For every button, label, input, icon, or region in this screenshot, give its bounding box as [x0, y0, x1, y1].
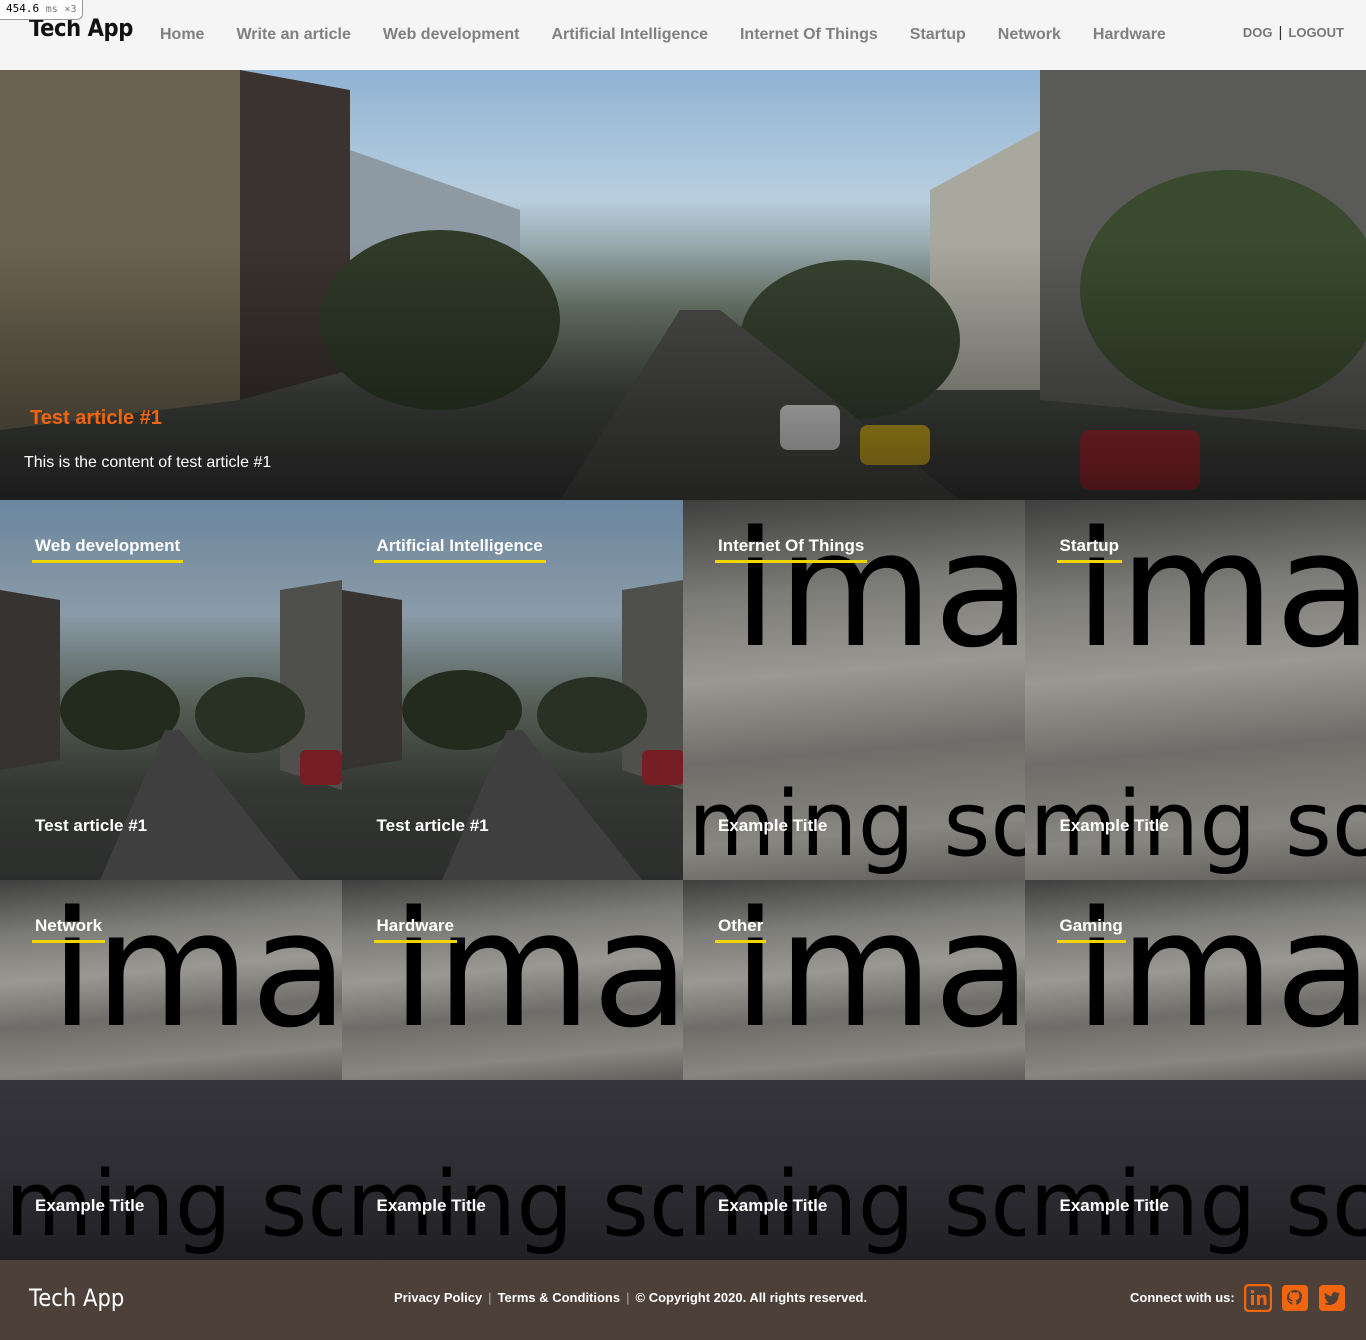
tile-startup[interactable]: ima ming soming so Startup Example Title [1024, 500, 1366, 880]
tile-category[interactable]: Internet Of Things [715, 536, 868, 563]
tile-hardware[interactable]: ima Hardware [341, 880, 684, 1080]
user-menu: DOG | LOGOUT [1243, 24, 1344, 41]
placeholder-text: ima [733, 880, 1025, 1063]
twitter-icon[interactable] [1318, 1284, 1346, 1312]
tile-internet-of-things[interactable]: ima ming soming so Internet Of Things Ex… [683, 500, 1025, 880]
nav-startup[interactable]: Startup [894, 26, 982, 44]
main-nav: Home Write an article Web development Ar… [144, 0, 1182, 70]
site-footer: Tech App Privacy Policy | Terms & Condit… [0, 1260, 1366, 1340]
placeholder-text: ima [391, 880, 684, 1063]
placeholder-text: ima [50, 880, 342, 1063]
link-separator: | [626, 1290, 630, 1305]
tile-title[interactable]: Test article #1 [35, 816, 147, 836]
tile-title[interactable]: Example Title [718, 816, 827, 836]
tile-category[interactable]: Network [32, 916, 106, 943]
footer-logo[interactable]: Tech App [29, 1284, 124, 1312]
placeholder-text: ima [1074, 880, 1366, 1063]
tile-category[interactable]: Hardware [373, 916, 457, 943]
tile-network[interactable]: ima Network [0, 880, 342, 1080]
nav-internet-of-things[interactable]: Internet Of Things [724, 26, 894, 44]
linkedin-icon[interactable] [1244, 1284, 1272, 1312]
tile-hardware-lower[interactable]: ming soming so Example Title [341, 1080, 683, 1260]
tile-network-lower[interactable]: ming soming so Example Title [0, 1080, 342, 1260]
tile-gaming[interactable]: ima Gaming [1024, 880, 1366, 1080]
nav-artificial-intelligence[interactable]: Artificial Intelligence [536, 26, 724, 44]
terms-link[interactable]: Terms & Conditions [498, 1290, 621, 1305]
nav-web-development[interactable]: Web development [367, 26, 536, 44]
privacy-policy-link[interactable]: Privacy Policy [394, 1290, 482, 1305]
nav-hardware[interactable]: Hardware [1077, 26, 1182, 44]
placeholder-text: ima [733, 500, 1025, 683]
tile-title[interactable]: Example Title [377, 1196, 486, 1216]
placeholder-text: ima [1074, 500, 1366, 683]
tile-title[interactable]: Test article #1 [377, 816, 489, 836]
tile-title[interactable]: Example Title [1060, 816, 1169, 836]
copyright-text: © Copyright 2020. All rights reserved. [635, 1290, 868, 1305]
github-icon[interactable] [1281, 1284, 1309, 1312]
footer-links: Privacy Policy | Terms & Conditions | © … [394, 1290, 867, 1305]
tile-web-development[interactable]: Web development Test article #1 [0, 500, 342, 880]
top-navbar: Tech App Home Write an article Web devel… [0, 0, 1366, 70]
connect-label: Connect with us: [1130, 1290, 1235, 1305]
hero-content: This is the content of test article #1 [24, 454, 272, 471]
tile-title[interactable]: Example Title [35, 1196, 144, 1216]
tile-artificial-intelligence[interactable]: Artificial Intelligence Test article #1 [341, 500, 683, 880]
hero-title[interactable]: Test article #1 [30, 407, 162, 430]
perf-timer: 454.6 ms ×3 [0, 0, 84, 20]
hero-article[interactable]: Test article #1 This is the content of t… [0, 70, 1366, 500]
tile-category[interactable]: Artificial Intelligence [373, 536, 546, 563]
tile-category[interactable]: Web development [32, 536, 184, 563]
nav-write-article[interactable]: Write an article [220, 26, 366, 44]
tile-title[interactable]: Example Title [718, 1196, 827, 1216]
username-link[interactable]: DOG [1243, 25, 1273, 40]
tile-other[interactable]: ima Other [683, 880, 1025, 1080]
tile-other-lower[interactable]: ming soming so Example Title [683, 1080, 1025, 1260]
nav-network[interactable]: Network [982, 26, 1077, 44]
tile-title[interactable]: Example Title [1060, 1196, 1169, 1216]
link-separator: | [488, 1290, 492, 1305]
user-separator: | [1278, 24, 1283, 41]
hero-overlay [0, 70, 1366, 500]
logout-link[interactable]: LOGOUT [1288, 25, 1344, 40]
category-grid: Web development Test article #1 Artifici… [0, 500, 1366, 1260]
tile-category[interactable]: Gaming [1056, 916, 1126, 943]
tile-gaming-lower[interactable]: ming soming so Example Title [1024, 1080, 1366, 1260]
tile-category[interactable]: Other [715, 916, 767, 943]
nav-home[interactable]: Home [144, 26, 220, 44]
tile-category[interactable]: Startup [1056, 536, 1122, 563]
